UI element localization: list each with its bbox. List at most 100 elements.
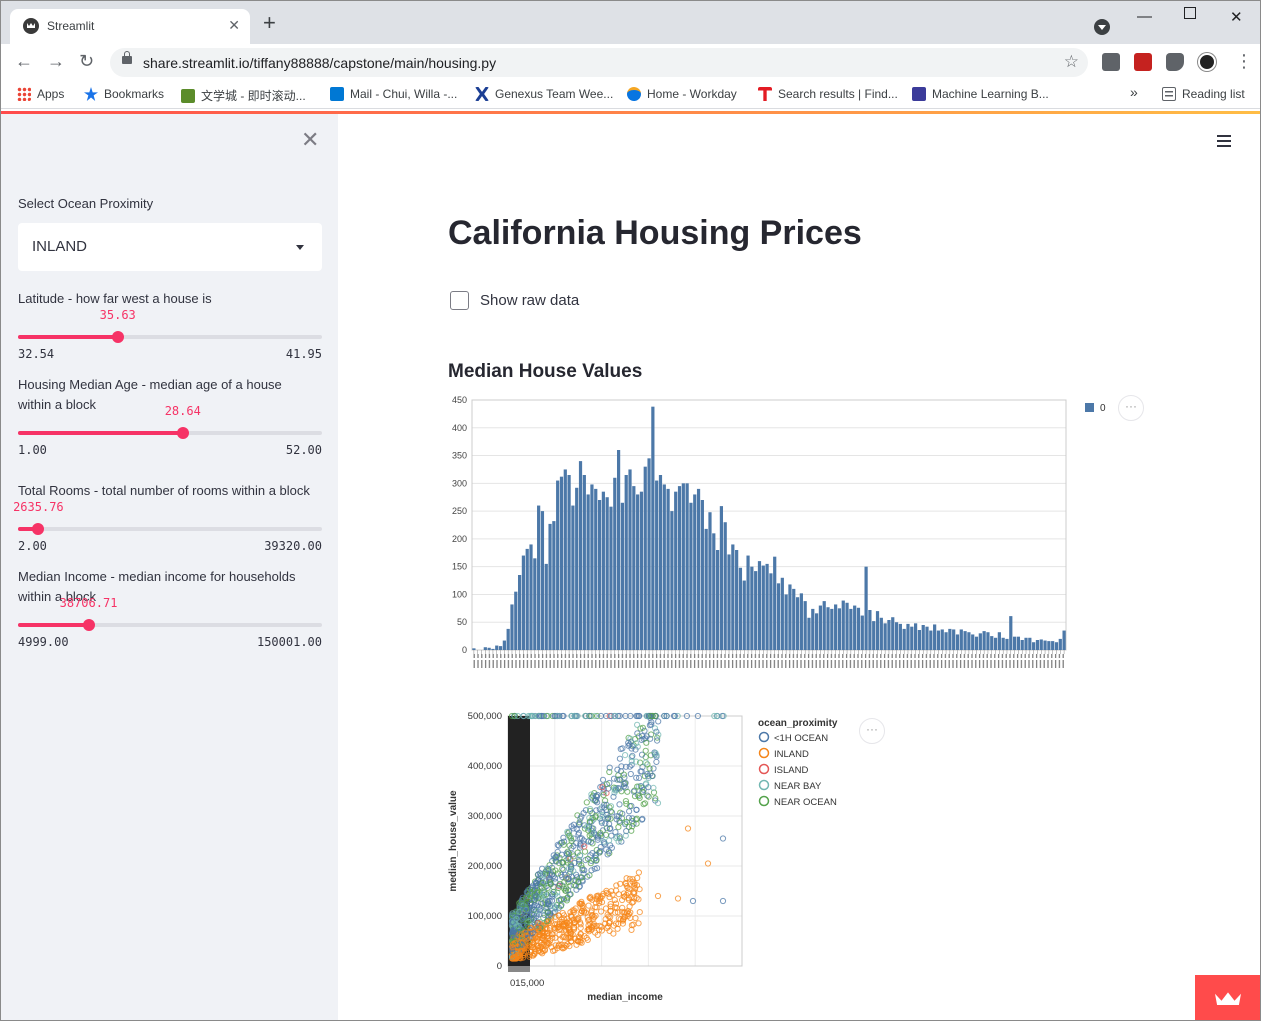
sidebar-close-icon[interactable]: ✕ (301, 129, 319, 151)
bar (913, 623, 918, 650)
bar (735, 550, 739, 650)
maximize-icon[interactable] (1184, 7, 1196, 19)
bookmark-workday[interactable]: Home - Workday (627, 87, 737, 101)
scatter-point (577, 924, 584, 931)
minimize-icon[interactable]: — (1137, 8, 1152, 25)
tab-close-icon[interactable]: ✕ (228, 17, 240, 34)
slider-thumb[interactable] (176, 427, 189, 439)
median-house-values-bar-chart: 0 50 100 150 200 250 300 350 400 450 0 (452, 395, 1106, 668)
scatter-point (581, 848, 589, 855)
scatter-point (598, 908, 605, 915)
bar (731, 544, 735, 650)
bar (830, 608, 834, 650)
slider-track[interactable] (18, 619, 322, 631)
bar (552, 521, 556, 650)
scatter-point (653, 758, 660, 766)
extension-icon-1[interactable] (1102, 53, 1120, 71)
bookmark-bookmarks[interactable]: Bookmarks (84, 87, 164, 101)
address-bar[interactable]: share.streamlit.io/tiffany88888/capstone… (110, 48, 1088, 77)
bar (1024, 637, 1028, 650)
bar (628, 469, 632, 650)
bar (1001, 637, 1005, 650)
reading-list[interactable]: Reading list (1162, 87, 1245, 101)
window-close-icon[interactable]: ✕ (1230, 8, 1243, 26)
reload-icon[interactable]: ↻ (79, 52, 94, 70)
ocean-proximity-select[interactable]: INLAND (18, 223, 322, 271)
bar (845, 602, 849, 650)
slider-max: 41.95 (285, 347, 322, 361)
slider-track[interactable] (18, 523, 322, 535)
bar (940, 629, 944, 650)
browser-tab[interactable]: Streamlit ✕ (10, 9, 250, 44)
income-vs-value-scatter-chart: 0 100,000 200,000 300,000 400,000 500,000 015,… (448, 711, 838, 1003)
streamlit-favicon-icon (23, 18, 39, 34)
scatter-y-tick-label: 300,000 (468, 811, 502, 822)
bar (689, 502, 693, 650)
show-raw-data-label[interactable]: Show raw data (480, 292, 579, 309)
bar (933, 624, 937, 650)
bar (563, 469, 567, 650)
sidebar: ✕ Select Ocean Proximity INLAND Latitude… (1, 114, 338, 1020)
bar (761, 565, 765, 650)
tab-search-icon[interactable] (1094, 19, 1110, 35)
slider-thumb[interactable] (111, 331, 124, 343)
scatter-actions-more-icon[interactable]: ··· (859, 718, 885, 744)
extensions-puzzle-icon[interactable] (1166, 53, 1184, 71)
bar (879, 617, 883, 650)
bookmark-mail[interactable]: Mail - Chui, Willa -... (330, 87, 457, 101)
bookmarks-overflow-icon[interactable]: » (1130, 84, 1138, 100)
scatter-point (646, 765, 653, 772)
scatter-point (636, 909, 643, 916)
scatter-legend-label: NEAR BAY (774, 781, 822, 792)
bar (1028, 637, 1032, 650)
new-tab-button[interactable]: + (263, 12, 276, 34)
scatter-point (627, 770, 634, 778)
bar (750, 566, 754, 650)
chevron-down-icon (296, 245, 304, 250)
bar (784, 594, 788, 650)
outlook-icon (330, 87, 344, 101)
bookmark-machine-learning[interactable]: Machine Learning B... (912, 87, 1049, 101)
slider-track[interactable] (18, 331, 322, 343)
bar (605, 497, 609, 650)
scatter-point (674, 895, 682, 902)
bar (1005, 638, 1009, 650)
url-text[interactable]: share.streamlit.io/tiffany88888/capstone… (143, 55, 496, 71)
bar (1032, 642, 1036, 650)
scatter-point (583, 799, 590, 806)
chart-actions-more-icon[interactable]: ··· (1118, 395, 1144, 421)
bar (1043, 640, 1047, 650)
slider-max: 150001.00 (256, 635, 322, 649)
slider-thumb[interactable] (32, 523, 45, 535)
bar (887, 620, 891, 650)
scatter-point (616, 755, 623, 762)
bar (757, 561, 762, 650)
profile-avatar[interactable] (1198, 53, 1216, 71)
slider-current-value: 35.63 (99, 308, 136, 322)
slider-track[interactable] (18, 427, 322, 439)
browser-menu-icon[interactable]: ⋮ (1235, 51, 1253, 72)
bar (510, 604, 514, 650)
bookmark-star-icon[interactable]: ☆ (1064, 52, 1079, 72)
bookmark-genexus[interactable]: Genexus Team Wee... (475, 87, 613, 101)
streamlit-crown-badge[interactable] (1195, 975, 1260, 1020)
bar (601, 491, 605, 650)
bar (906, 623, 910, 650)
bar (841, 600, 845, 650)
bar (959, 629, 963, 650)
bookmark-wenxuecheng[interactable]: 文学城 - 即时滚动... (181, 87, 306, 104)
pdf-extension-icon[interactable] (1134, 53, 1152, 71)
bookmarks-bar: Apps Bookmarks 文学城 - 即时滚动... Mail - Chui… (1, 81, 1260, 109)
bookmark-search-results[interactable]: Search results | Find... (758, 87, 898, 101)
forward-arrow-icon[interactable]: → (47, 52, 65, 70)
show-raw-data-checkbox[interactable] (450, 291, 469, 310)
hamburger-menu-icon[interactable] (1217, 135, 1233, 149)
back-arrow-icon[interactable]: ← (15, 52, 33, 70)
bar (883, 623, 887, 650)
bookmark-apps[interactable]: Apps (17, 87, 64, 101)
bar (982, 631, 986, 650)
bar (655, 480, 659, 650)
slider-thumb[interactable] (82, 619, 95, 631)
bar (780, 577, 784, 650)
bar (1016, 636, 1021, 650)
